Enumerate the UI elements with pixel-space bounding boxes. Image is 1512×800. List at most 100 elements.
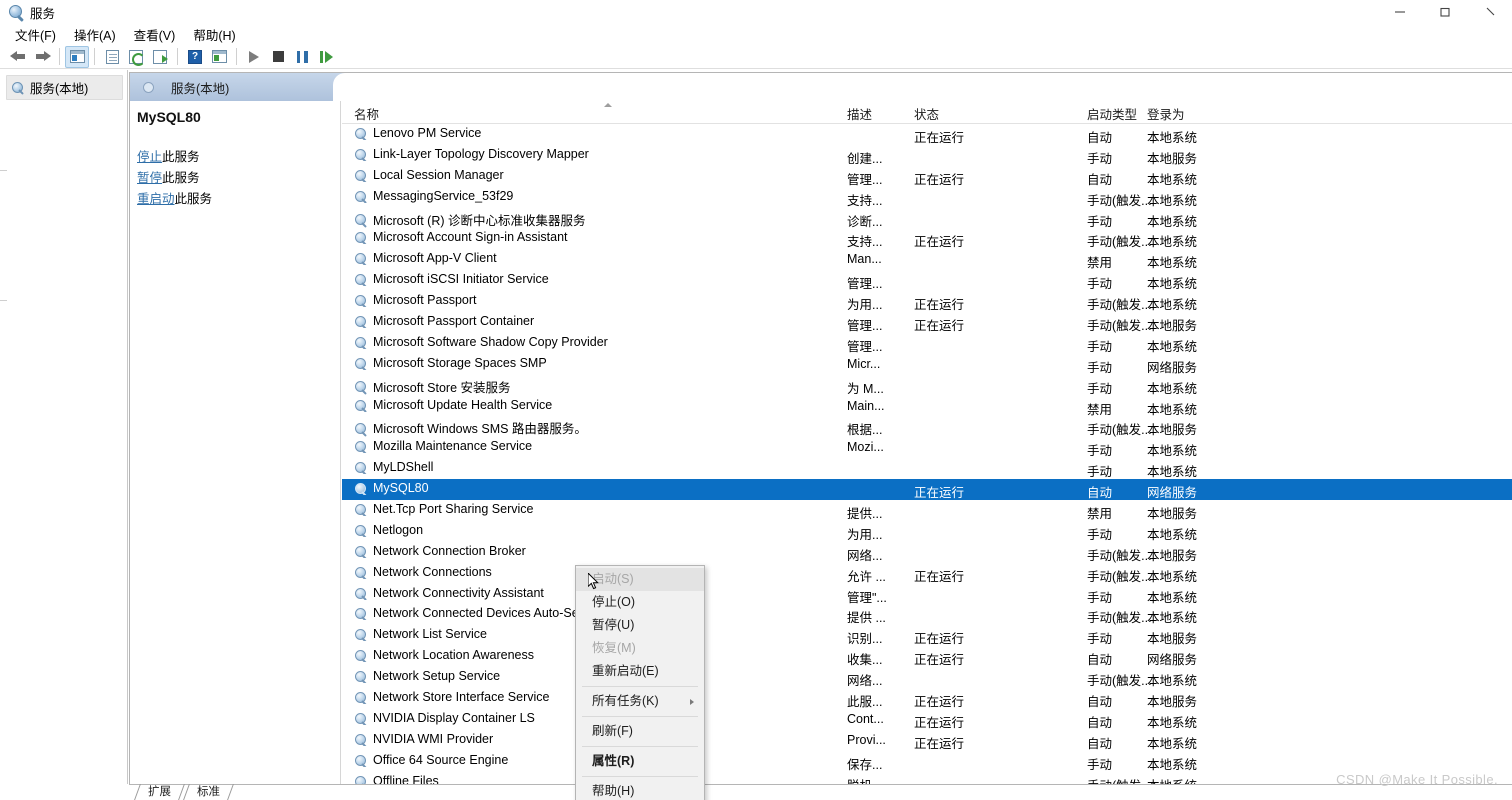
context-menu-item[interactable]: 帮助(H) (576, 780, 704, 800)
table-row[interactable]: Microsoft Update Health Service Main... 禁用… (342, 396, 1512, 417)
table-row[interactable]: Mozilla Maintenance Service Mozi... 手动 本地系统 (342, 437, 1512, 458)
table-row[interactable]: Microsoft App-V Client Man... 禁用 本地系统 (342, 249, 1512, 270)
service-name-label: Mozilla Maintenance Service (373, 439, 533, 454)
table-row[interactable]: MessagingService_53f29 支持... 手动(触发... 本地系统 (342, 187, 1512, 208)
table-row[interactable]: MyLDShell 手动 本地系统 (342, 458, 1512, 479)
stop-service-link[interactable]: 停止 (137, 150, 162, 164)
show-hide-action-pane-icon[interactable] (207, 46, 231, 68)
service-status-cell: 正在运行 (914, 319, 965, 334)
toolbar: ? (0, 45, 1512, 69)
table-row[interactable]: NVIDIA WMI Provider Provi... 正在运行 自动 本地系统 (342, 730, 1512, 751)
refresh-icon[interactable] (124, 46, 148, 68)
table-row[interactable]: Netlogon 为用... 手动 本地系统 (342, 521, 1512, 542)
menu-action[interactable]: 操作(A) (65, 23, 125, 46)
restart-service-icon[interactable] (314, 46, 338, 68)
table-row[interactable]: Network Connections 允许 ... 正在运行 手动(触发... 本地系… (342, 563, 1512, 584)
back-arrow-icon[interactable] (6, 46, 30, 68)
pause-service-icon[interactable] (290, 46, 314, 68)
table-row[interactable]: Microsoft Store 安装服务为 M... 手动 本地系统 (342, 375, 1512, 396)
table-row[interactable]: Network Location Awareness 收集... 正在运行 自动 网络服… (342, 646, 1512, 667)
table-row[interactable]: Microsoft Passport 为用... 正在运行 手动(触发... 本地系统 (342, 291, 1512, 312)
service-log-on-as-cell: 本地系统 (1147, 569, 1198, 584)
table-row[interactable]: Network Setup Service 网络... 手动(触发... 本地系统 (342, 667, 1512, 688)
forward-arrow-icon[interactable] (30, 46, 54, 68)
context-menu-item[interactable]: 刷新(F) (576, 720, 704, 743)
column-header-name[interactable]: 名称 (354, 104, 379, 123)
table-row[interactable]: Net.Tcp Port Sharing Service 提供... 禁用 本地服务 (342, 500, 1512, 521)
table-row[interactable]: Microsoft iSCSI Initiator Service 管理... 手动… (342, 270, 1512, 291)
table-row[interactable]: NVIDIA Display Container LS Cont... 正在运行 自动… (342, 709, 1512, 730)
service-status-cell: 正在运行 (914, 131, 965, 145)
stop-service-icon[interactable] (266, 46, 290, 68)
context-menu-separator (582, 776, 698, 777)
table-row[interactable]: Network Connected Devices Auto-Setup 提供 .… (342, 604, 1512, 625)
context-menu-item[interactable]: 停止(O) (576, 591, 704, 614)
close-button[interactable] (1467, 0, 1512, 24)
properties-icon[interactable] (100, 46, 124, 68)
table-row[interactable]: Network List Service 识别... 正在运行 手动 本地服务 (342, 625, 1512, 646)
service-name-cell: NVIDIA WMI Provider (354, 732, 493, 746)
start-service-icon[interactable] (242, 46, 266, 68)
table-row[interactable]: Microsoft Account Sign-in Assistant 支持...… (342, 228, 1512, 249)
table-row[interactable]: Network Connection Broker 网络... 手动(触发... 本地… (342, 542, 1512, 563)
service-log-on-as-cell: 本地系统 (1147, 715, 1198, 730)
maximize-button[interactable] (1422, 0, 1467, 24)
restart-service-action[interactable]: 重启动此服务 (137, 189, 340, 210)
service-description-cell: 网络... (847, 674, 883, 689)
tree-node-services-local[interactable]: 服务(本地) (6, 75, 123, 100)
service-log-on-as-cell: 本地系统 (1147, 339, 1198, 354)
column-header-startup-type[interactable]: 启动类型 (1087, 104, 1137, 123)
service-name-label: Network Connection Broker (373, 543, 526, 558)
service-log-on-as-cell: 本地系统 (1147, 402, 1198, 417)
services-gear-icon (354, 212, 368, 226)
tab-standard[interactable]: 标准 (184, 785, 233, 800)
table-row[interactable]: Lenovo PM Service 正在运行 自动 本地系统 (342, 124, 1512, 145)
export-list-icon[interactable] (148, 46, 172, 68)
table-row[interactable]: Network Connectivity Assistant 管理"... 手动 本地… (342, 584, 1512, 605)
pause-service-link[interactable]: 暂停 (137, 171, 162, 185)
pane-header-title: 服务(本地) (171, 81, 230, 96)
service-name-label: Net.Tcp Port Sharing Service (373, 502, 534, 517)
menu-help[interactable]: 帮助(H) (184, 23, 244, 46)
table-row[interactable]: Microsoft Passport Container 管理... 正在运行 手动(… (342, 312, 1512, 333)
table-row[interactable]: Microsoft (R) 诊断中心标准收集器服务 诊断... 手动 本地系统 (342, 208, 1512, 229)
stop-service-action[interactable]: 停止此服务 (137, 147, 340, 168)
context-menu-item[interactable]: 所有任务(K) (576, 690, 704, 713)
restart-service-link[interactable]: 重启动 (137, 192, 175, 206)
tab-extended[interactable]: 扩展 (135, 785, 184, 800)
service-log-on-as-cell: 本地系统 (1147, 131, 1198, 145)
show-hide-console-tree-icon[interactable] (65, 45, 89, 68)
context-menu-item[interactable]: 暂停(U) (576, 614, 704, 637)
service-log-on-as-cell: 本地系统 (1147, 775, 1237, 784)
context-menu-item[interactable]: 重新启动(E) (576, 660, 704, 683)
view-tabs: 扩展 标准 (129, 784, 1512, 800)
services-gear-icon (354, 126, 368, 140)
context-menu-item-label: 恢复(M) (592, 641, 636, 655)
service-status-cell: 正在运行 (914, 695, 965, 710)
service-name-cell: MyLDShell (354, 460, 433, 474)
help-icon[interactable]: ? (183, 46, 207, 68)
services-console-window: 服务 文件(F) 操作(A) 查看(V) 帮助(H) ? 服务(本地) 服务(本… (0, 0, 1512, 800)
service-description-cell: 支持... (847, 193, 883, 208)
column-header-description[interactable]: 描述 (847, 104, 872, 123)
table-row[interactable]: Office 64 Source Engine 保存... 手动 本地系统 (342, 751, 1512, 772)
table-row[interactable]: Link-Layer Topology Discovery Mapper 创建..… (342, 145, 1512, 166)
table-row[interactable]: Microsoft Software Shadow Copy Provider 管… (342, 333, 1512, 354)
services-gear-icon (354, 147, 368, 161)
table-row[interactable]: MySQL80 正在运行 自动 网络服务 (342, 479, 1512, 500)
table-row[interactable]: Network Store Interface Service 此服... 正在运行… (342, 688, 1512, 709)
table-row[interactable]: Microsoft Windows SMS 路由器服务。 根据... 手动(触发..… (342, 416, 1512, 437)
service-name-label: Network Store Interface Service (373, 690, 550, 705)
pause-service-suffix: 此服务 (162, 171, 200, 185)
minimize-button[interactable] (1377, 0, 1422, 24)
table-row[interactable]: Local Session Manager 管理... 正在运行 自动 本地系统 (342, 166, 1512, 187)
service-log-on-as-cell: 本地服务 (1147, 507, 1198, 522)
table-row[interactable]: Microsoft Storage Spaces SMP Micr... 手动 网络服… (342, 354, 1512, 375)
menu-file[interactable]: 文件(F) (6, 23, 65, 46)
column-header-status[interactable]: 状态 (914, 104, 939, 123)
pause-service-action[interactable]: 暂停此服务 (137, 168, 340, 189)
services-list: 名称 描述 状态 启动类型 登录为 Lenovo PM Service 正在运行自… (342, 101, 1512, 784)
column-header-log-on-as[interactable]: 登录为 (1147, 104, 1185, 123)
menu-view[interactable]: 查看(V) (125, 23, 185, 46)
context-menu-item[interactable]: 属性(R) (576, 750, 704, 773)
